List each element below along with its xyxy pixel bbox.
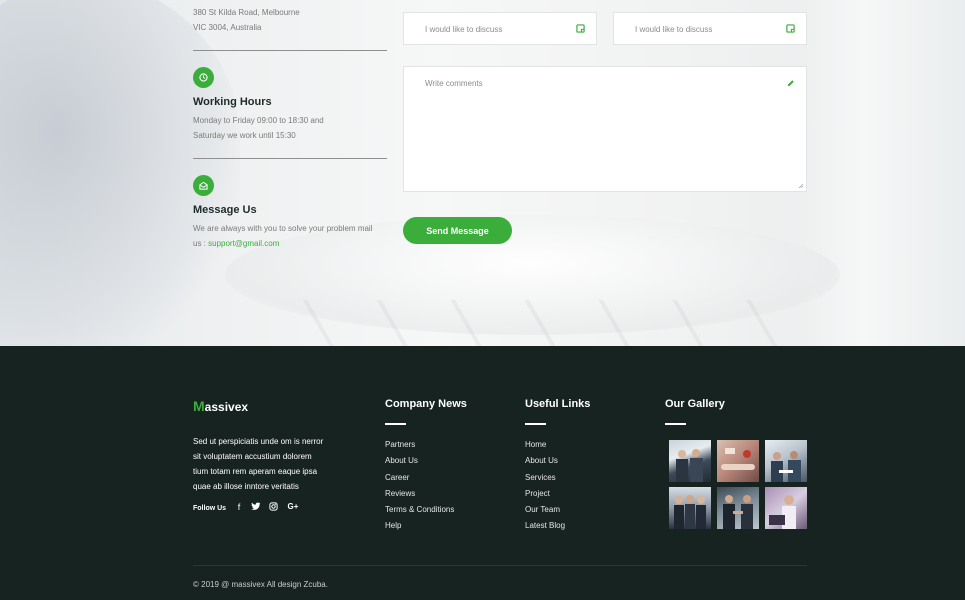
working-hours-title: Working Hours [193, 96, 272, 108]
subject-input-1[interactable]: I would like to discuss [403, 12, 597, 45]
note-icon [786, 24, 795, 33]
address-line: VIC 3004, Australia [193, 23, 262, 32]
footer-link-home[interactable]: Home [525, 440, 565, 456]
our-gallery-title: Our Gallery [665, 398, 725, 410]
subject-input-2[interactable]: I would like to discuss [613, 12, 807, 45]
message-us-text: We are always with you to solve your pro… [193, 221, 388, 251]
footer-link-reviews[interactable]: Reviews [385, 489, 454, 505]
footer-link-terms[interactable]: Terms & Conditions [385, 505, 454, 521]
about-line: quae ab illose inntore veritatis [193, 482, 299, 491]
about-line: Sed ut perspiciatis unde om is nerror [193, 437, 324, 446]
message-us-title: Message Us [193, 204, 257, 216]
background-window-photo [795, 0, 965, 346]
address-line: 380 St Kilda Road, Melbourne [193, 8, 300, 17]
company-news-title: Company News [385, 398, 467, 410]
logo-letter: M [193, 398, 205, 414]
contact-section: 380 St Kilda Road, Melbourne VIC 3004, A… [0, 0, 965, 346]
address-block: 380 St Kilda Road, Melbourne VIC 3004, A… [193, 5, 388, 35]
useful-links-list: Home About Us Services Project Our Team … [525, 440, 565, 538]
massivex-logo[interactable]: Massivex [193, 397, 255, 414]
about-text: Sed ut perspiciatis unde om is nerror si… [193, 434, 338, 494]
business-group-photo[interactable] [669, 487, 711, 529]
company-news-list: Partners About Us Career Reviews Terms &… [385, 440, 454, 538]
useful-links-title: Useful Links [525, 398, 591, 410]
footer-link-services[interactable]: Services [525, 473, 565, 489]
google-plus-icon[interactable]: G+ [286, 502, 300, 511]
instagram-icon[interactable] [267, 502, 279, 513]
divider [193, 158, 387, 159]
facebook-icon[interactable]: f [233, 502, 245, 512]
footer-link-about-us[interactable]: About Us [385, 456, 454, 472]
comments-textarea[interactable]: Write comments [403, 66, 807, 192]
working-hours-text: Monday to Friday 09:00 to 18:30 and Satu… [193, 113, 388, 143]
email-prefix: us : [193, 239, 209, 248]
note-icon [576, 24, 585, 33]
working-hours-line: Monday to Friday 09:00 to 18:30 and [193, 116, 324, 125]
gallery-grid [669, 440, 807, 529]
footer: Massivex Sed ut perspiciatis unde om is … [0, 346, 965, 600]
team-photo[interactable] [669, 440, 711, 482]
comments-placeholder: Write comments [425, 79, 483, 88]
clock-icon [193, 67, 214, 88]
business-handshake-photo[interactable] [717, 487, 759, 529]
footer-link-project[interactable]: Project [525, 489, 565, 505]
footer-divider [193, 565, 807, 566]
pencil-icon [787, 80, 794, 87]
follow-us-label: Follow Us [193, 505, 227, 512]
title-underline [665, 423, 686, 425]
subject-input-placeholder: I would like to discuss [425, 25, 503, 34]
working-hours-line: Saturday we work until 15:30 [193, 131, 296, 140]
about-line: sit voluptatem accustium dolorem [193, 452, 312, 461]
send-message-button[interactable]: Send Message [403, 217, 512, 244]
message-us-line: us : support@gmail.com [193, 236, 388, 251]
title-underline [525, 423, 546, 425]
footer-link-latest-blog[interactable]: Latest Blog [525, 521, 565, 537]
footer-link-partners[interactable]: Partners [385, 440, 454, 456]
background-table-legs [260, 300, 780, 346]
message-us-line: We are always with you to solve your pro… [193, 224, 373, 233]
subject-input-placeholder: I would like to discuss [635, 25, 713, 34]
footer-link-our-team[interactable]: Our Team [525, 505, 565, 521]
footer-link-career[interactable]: Career [385, 473, 454, 489]
footer-link-about-us[interactable]: About Us [525, 456, 565, 472]
background-person-photo [0, 0, 240, 346]
footer-link-help[interactable]: Help [385, 521, 454, 537]
resize-handle[interactable] [798, 183, 804, 189]
copyright-text: © 2019 @ massivex All design Zcuba. [193, 580, 328, 589]
about-line: tium totam rem aperam eaque ipsa [193, 467, 318, 476]
meeting-photo[interactable] [765, 440, 807, 482]
office-work-photo[interactable] [765, 487, 807, 529]
handshake-photo[interactable] [717, 440, 759, 482]
twitter-icon[interactable] [250, 502, 262, 513]
logo-text: assivex [204, 400, 249, 414]
mail-icon [193, 175, 214, 196]
support-email-link[interactable]: support@gmail.com [208, 239, 279, 248]
divider [193, 50, 387, 51]
title-underline [385, 423, 406, 425]
